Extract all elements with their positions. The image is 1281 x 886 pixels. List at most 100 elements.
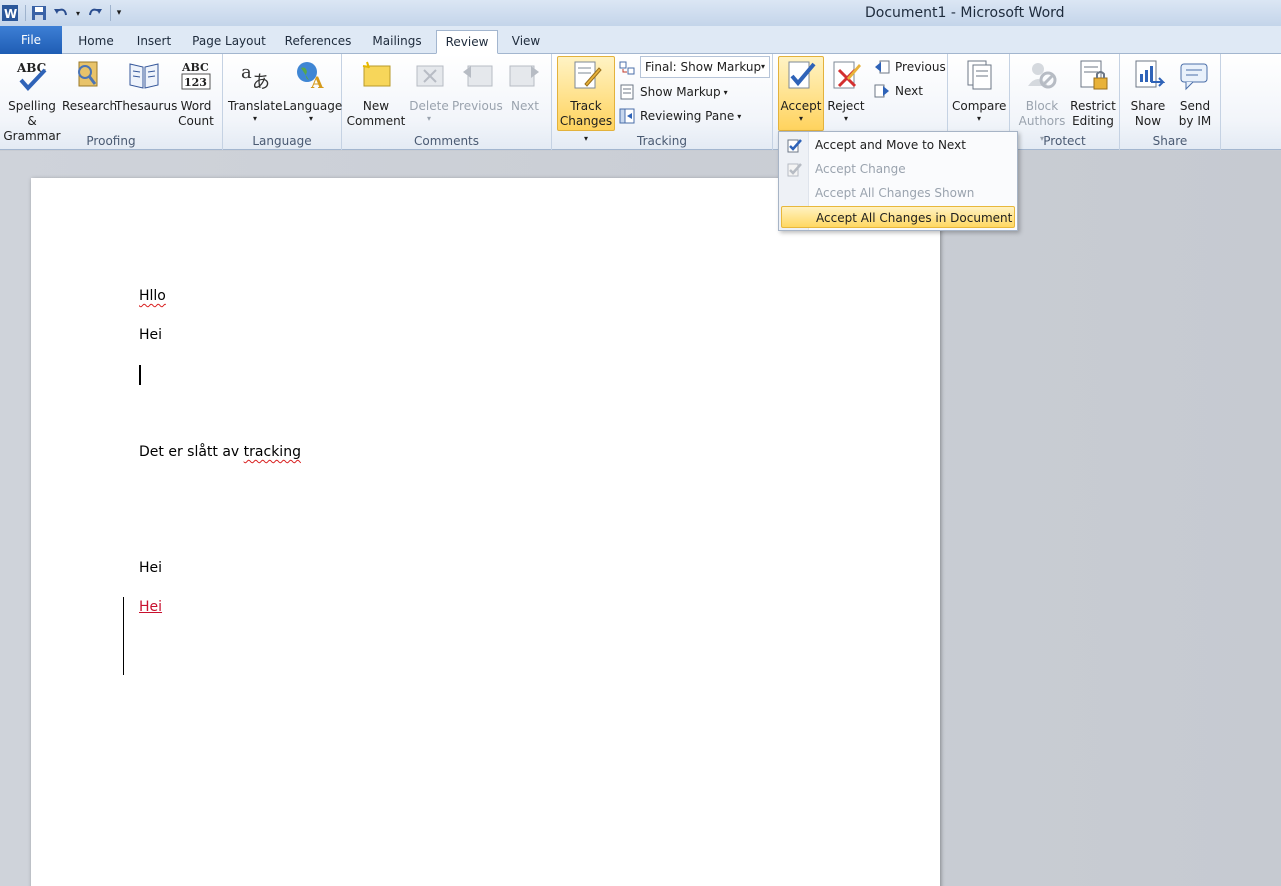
customize-qat-icon[interactable]: ▾	[114, 3, 124, 23]
group-language: aあ Translate ▾ A Language ▾ Language	[223, 54, 342, 150]
menu-accept-and-move-to-next[interactable]: Accept and Move to Next	[781, 134, 1015, 156]
chevron-down-icon: ▾	[798, 114, 803, 123]
accept-button[interactable]: Accept ▾	[778, 56, 824, 131]
next-change-icon	[873, 82, 891, 100]
group-label-tracking: Tracking	[637, 134, 687, 148]
word-count-label-1: Word	[180, 99, 212, 113]
track-changes-button[interactable]: Track Changes ▾	[557, 56, 615, 143]
research-label: Research	[62, 99, 118, 113]
tab-insert[interactable]: Insert	[132, 30, 176, 54]
text-cursor	[139, 365, 141, 385]
language-button[interactable]: A Language ▾	[283, 57, 342, 123]
svg-text:ABC: ABC	[181, 61, 209, 74]
chevron-down-icon: ▾	[426, 114, 431, 123]
display-for-review-select[interactable]: Final: Show Markup ▾	[640, 56, 770, 78]
window-title: Document1 - Microsoft Word	[865, 5, 1065, 21]
tab-review[interactable]: Review	[436, 30, 498, 54]
show-markup-button[interactable]: Show Markup ▾	[618, 81, 728, 103]
previous-comment-icon	[460, 57, 494, 93]
paragraph-tracking-note[interactable]: Det er slått av tracking	[139, 444, 301, 460]
word-count-icon: ABC 123	[179, 57, 213, 93]
spelling-label-1: Spelling &	[8, 99, 56, 128]
restrict-editing-button[interactable]: Restrict Editing	[1068, 57, 1118, 129]
accept-dropdown-menu: Accept and Move to Next Accept Change Ac…	[778, 131, 1018, 231]
previous-change-icon	[873, 58, 891, 76]
spelling-grammar-button[interactable]: ABC Spelling & Grammar	[2, 57, 62, 144]
word-count-button[interactable]: ABC 123 Word Count	[174, 57, 218, 129]
share-now-label-1: Share	[1130, 99, 1166, 113]
svg-text:W: W	[4, 7, 17, 21]
research-button[interactable]: Research	[62, 57, 118, 114]
delete-comment-button[interactable]: Delete ▾	[408, 57, 450, 123]
restrict-editing-label-2: Editing	[1072, 114, 1114, 128]
group-tracking: Track Changes ▾ Final: Show Markup ▾ Sho…	[552, 54, 773, 150]
paragraph-hei-1[interactable]: Hei	[139, 327, 162, 343]
accept-next-icon	[787, 139, 802, 153]
group-label-language: Language	[252, 134, 312, 148]
document-page[interactable]: Hllo Hei Det er slått av tracking Hei He…	[31, 178, 940, 886]
tab-view[interactable]: View	[506, 30, 546, 54]
compare-label: Compare	[952, 99, 1007, 113]
translate-button[interactable]: aあ Translate ▾	[228, 57, 283, 123]
tab-home[interactable]: Home	[72, 30, 120, 54]
next-change-button[interactable]: Next	[873, 80, 923, 102]
previous-change-label: Previous	[895, 60, 946, 74]
ribbon-tabs: File Home Insert Page Layout References …	[0, 26, 1281, 54]
menu-label-accept-all-document: Accept All Changes in Document	[816, 211, 1013, 225]
paragraph-hei-inserted[interactable]: Hei	[139, 599, 162, 615]
undo-icon[interactable]	[51, 3, 71, 23]
new-comment-label-1: New	[362, 99, 390, 113]
group-label-protect: Protect	[1043, 134, 1086, 148]
word-app-icon[interactable]: W	[0, 3, 20, 23]
delete-label: Delete	[409, 99, 449, 113]
reject-label: Reject	[827, 99, 865, 113]
research-book-icon	[71, 57, 105, 93]
reviewing-pane-button[interactable]: Reviewing Pane ▾	[618, 105, 741, 127]
document-workspace: Hllo Hei Det er slått av tracking Hei He…	[0, 151, 1281, 886]
tracking-word: tracking	[243, 444, 301, 460]
restrict-editing-label-1: Restrict	[1070, 99, 1116, 113]
word-count-label-2: Count	[178, 114, 214, 128]
chevron-down-icon: ▾	[737, 111, 742, 121]
previous-change-button[interactable]: Previous	[873, 56, 946, 78]
block-authors-button[interactable]: Block Authors ▾	[1018, 57, 1066, 146]
menu-accept-all-changes-in-document[interactable]: Accept All Changes in Document	[781, 206, 1015, 228]
chevron-down-icon: ▾	[760, 62, 765, 71]
thesaurus-button[interactable]: Thesaurus	[115, 57, 177, 114]
previous-comment-label: Previous	[452, 99, 503, 113]
tab-page-layout[interactable]: Page Layout	[188, 30, 270, 54]
svg-text:123: 123	[184, 76, 207, 89]
new-comment-label-2: Comment	[346, 114, 406, 128]
send-by-im-label-2: by IM	[1178, 114, 1212, 128]
next-comment-button[interactable]: Next	[504, 57, 546, 114]
paragraph-hllo[interactable]: Hllo	[139, 288, 166, 304]
share-now-label-2: Now	[1134, 114, 1162, 128]
reject-button[interactable]: Reject ▾	[826, 57, 866, 123]
paragraph-hei-2[interactable]: Hei	[139, 560, 162, 576]
translate-label: Translate	[228, 99, 283, 113]
block-authors-icon	[1025, 57, 1059, 93]
next-comment-icon	[508, 57, 542, 93]
share-now-button[interactable]: Share Now	[1126, 57, 1170, 129]
redo-icon[interactable]	[85, 3, 105, 23]
menu-accept-all-changes-shown[interactable]: Accept All Changes Shown	[781, 182, 1015, 204]
share-now-icon	[1131, 57, 1165, 93]
send-by-im-button[interactable]: Send by IM	[1172, 57, 1218, 129]
compare-button[interactable]: Compare ▾	[952, 57, 1006, 123]
save-icon[interactable]	[29, 3, 49, 23]
group-comments: New Comment Delete ▾ Previous Next Comme…	[342, 54, 552, 150]
previous-comment-button[interactable]: Previous	[452, 57, 503, 114]
menu-accept-change[interactable]: Accept Change	[781, 158, 1015, 180]
block-authors-label-2: Authors	[1018, 114, 1066, 128]
tab-file[interactable]: File	[0, 26, 62, 54]
tab-mailings[interactable]: Mailings	[366, 30, 428, 54]
ribbon: ABC Spelling & Grammar Research Thesauru…	[0, 54, 1281, 150]
new-comment-button[interactable]: New Comment	[346, 57, 406, 129]
show-markup-label: Show Markup	[640, 85, 721, 99]
tab-references[interactable]: References	[280, 30, 356, 54]
chevron-down-icon[interactable]: ▾	[73, 3, 83, 23]
reject-change-icon	[829, 57, 863, 93]
svg-text:A: A	[310, 73, 324, 92]
menu-label-accept-all-shown: Accept All Changes Shown	[815, 186, 975, 200]
qat-separator	[110, 5, 111, 21]
